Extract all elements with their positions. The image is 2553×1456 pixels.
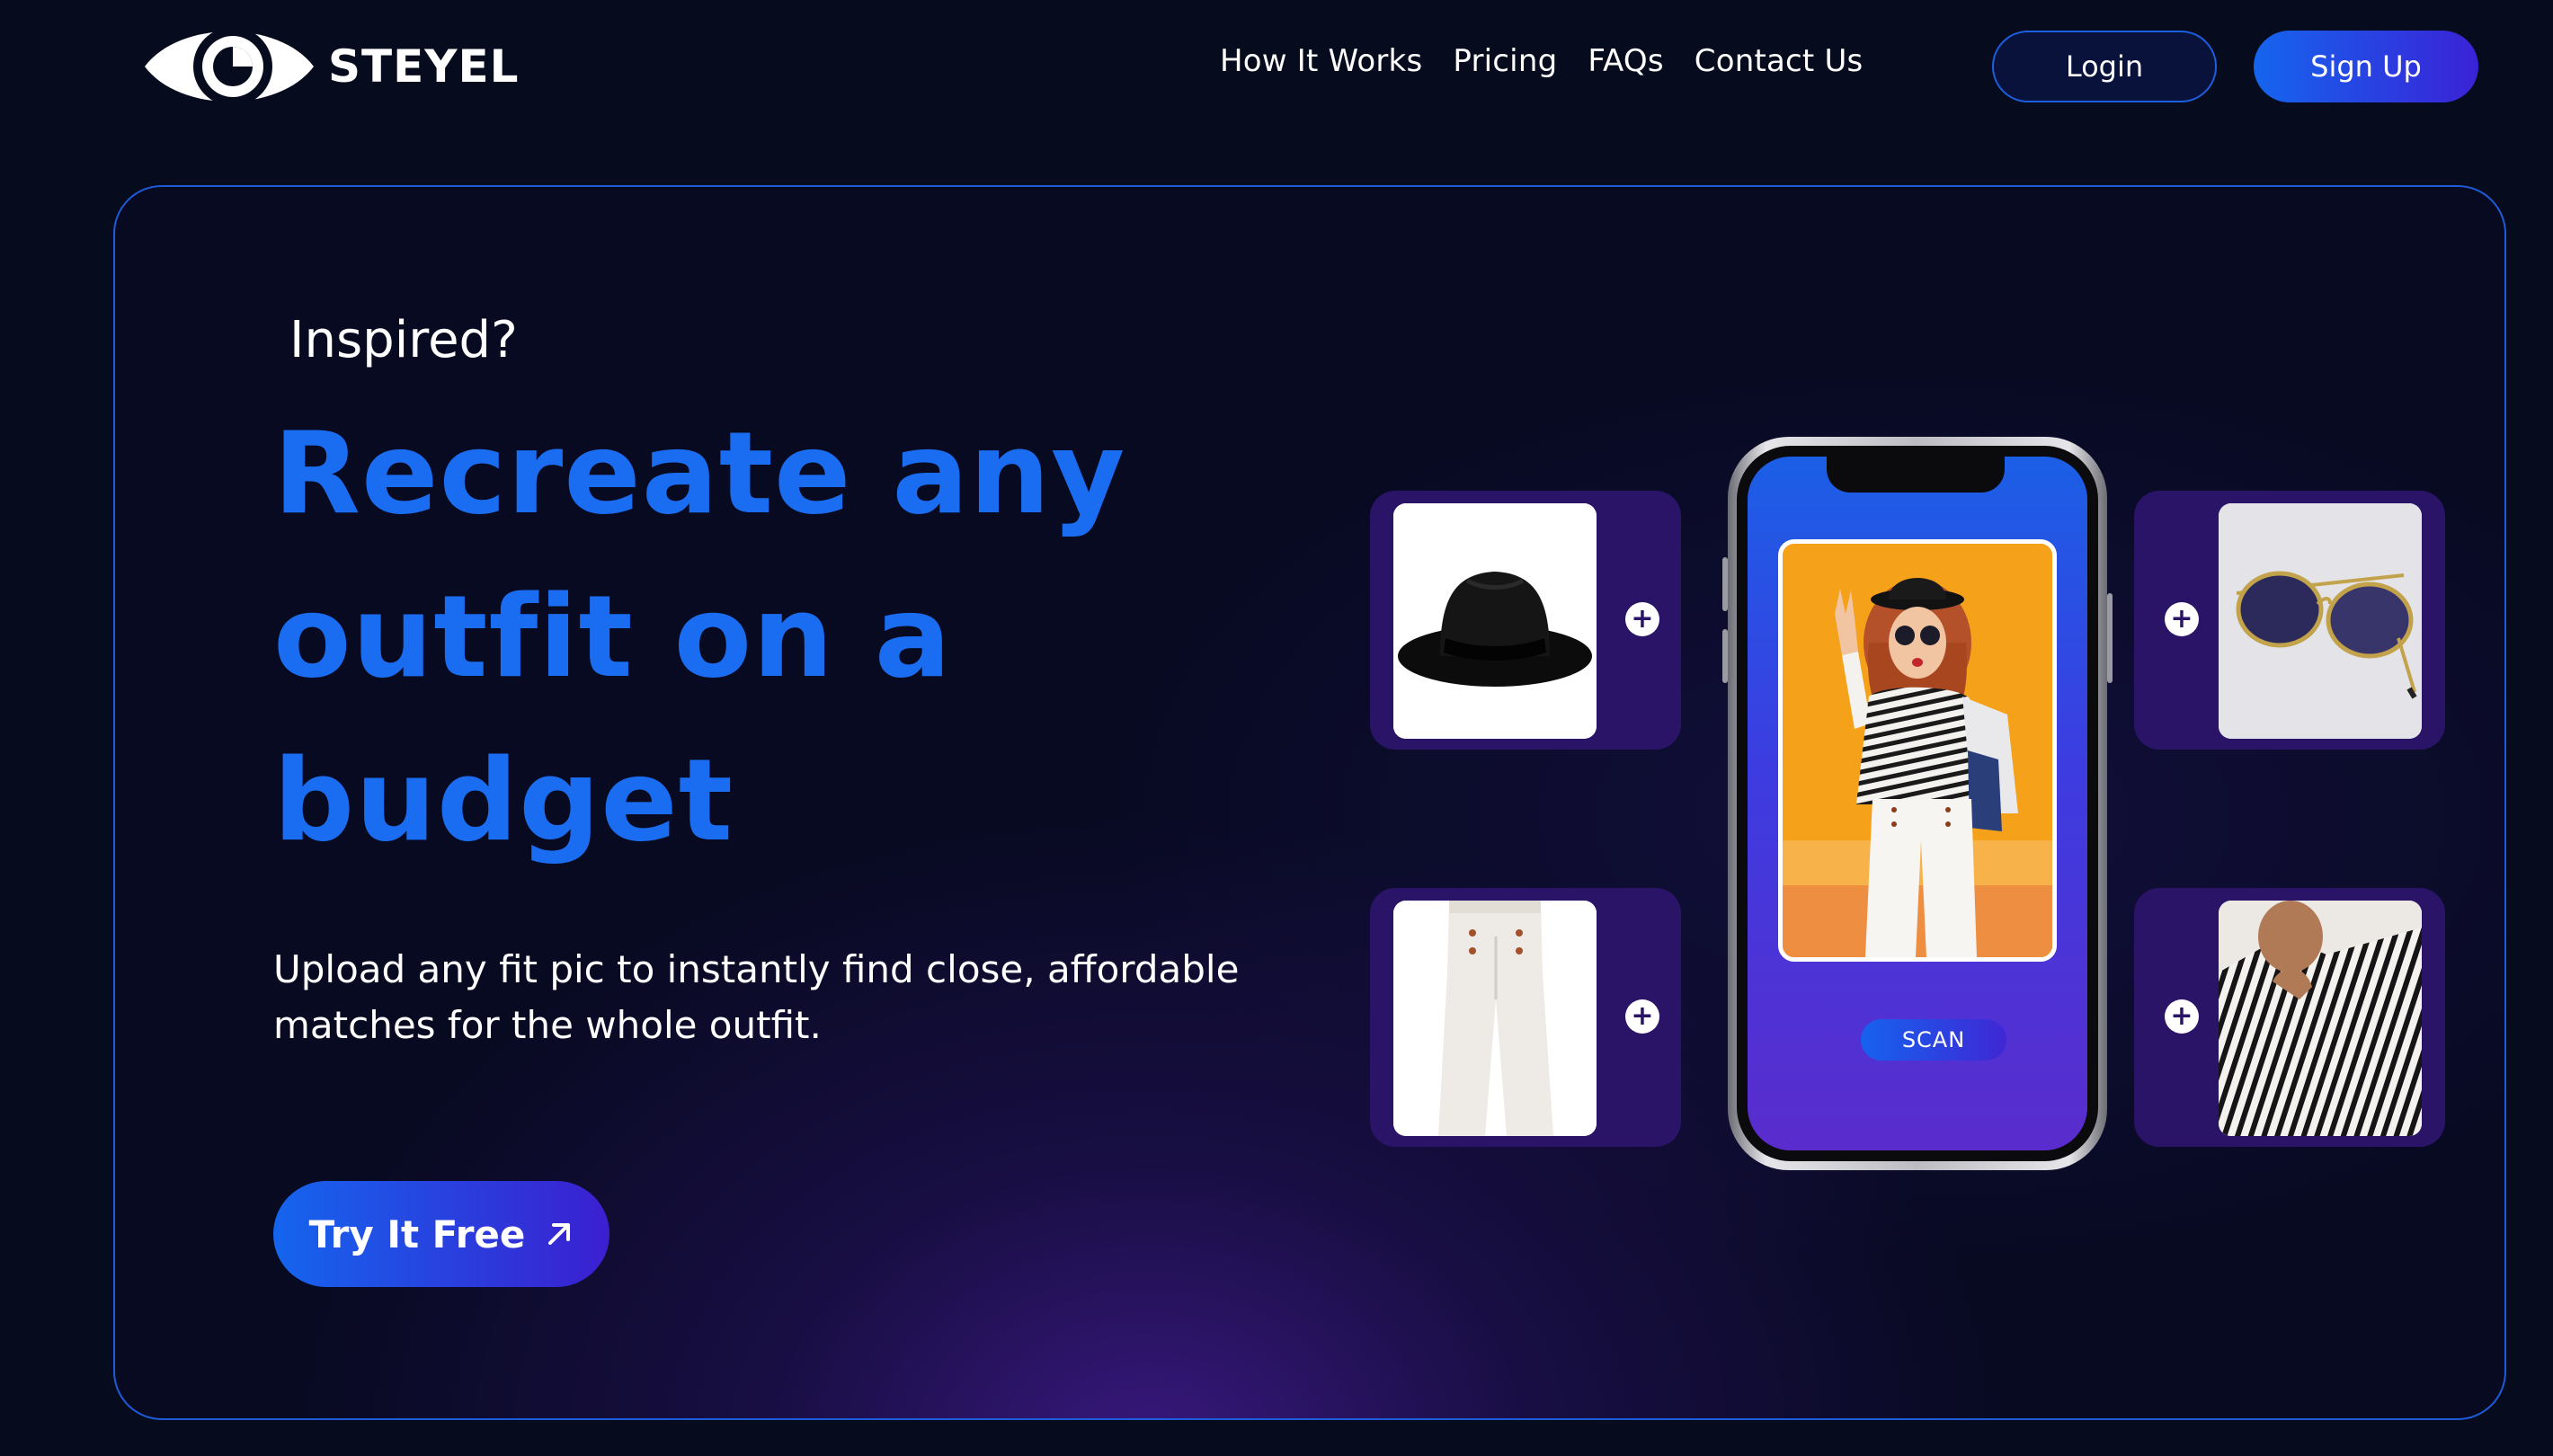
nav-pricing[interactable]: Pricing bbox=[1453, 43, 1557, 79]
hero-card: Inspired? Recreate any outfit on a budge… bbox=[113, 185, 2506, 1420]
brand-name: STEYEL bbox=[328, 40, 520, 93]
phone-volume-up bbox=[1722, 557, 1728, 611]
phone-notch bbox=[1827, 457, 2005, 493]
phone-volume-down bbox=[1722, 629, 1728, 683]
try-it-free-label: Try It Free bbox=[308, 1212, 526, 1256]
hero-headline: Recreate any outfit on a budget bbox=[273, 407, 1126, 866]
product-tile-sunglasses[interactable]: + bbox=[2134, 491, 2445, 750]
striped-shirt-image bbox=[2219, 901, 2422, 1136]
hero-eyebrow: Inspired? bbox=[289, 311, 518, 369]
trousers-image bbox=[1393, 901, 1597, 1136]
add-trousers-plus-icon[interactable]: + bbox=[1625, 999, 1659, 1034]
phone-power-button bbox=[2107, 593, 2113, 683]
scan-button[interactable]: SCAN bbox=[1861, 1019, 2006, 1061]
add-hat-plus-icon[interactable]: + bbox=[1625, 602, 1659, 636]
phone-screen: SCAN bbox=[1748, 457, 2087, 1150]
product-tile-hat[interactable]: + bbox=[1370, 491, 1681, 750]
arrow-up-right-icon bbox=[548, 1223, 571, 1245]
main-nav: How It Works Pricing FAQs Contact Us bbox=[1220, 43, 1863, 79]
nav-contact-us[interactable]: Contact Us bbox=[1695, 43, 1864, 79]
nav-how-it-works[interactable]: How It Works bbox=[1220, 43, 1422, 79]
nav-faqs[interactable]: FAQs bbox=[1588, 43, 1663, 79]
sign-up-button[interactable]: Sign Up bbox=[2254, 31, 2478, 102]
try-it-free-button[interactable]: Try It Free bbox=[273, 1181, 609, 1287]
add-sunglasses-plus-icon[interactable]: + bbox=[2165, 602, 2199, 636]
brand-logo[interactable]: STEYEL bbox=[139, 20, 520, 113]
hero-subtext: Upload any fit pic to instantly find clo… bbox=[273, 947, 1240, 1047]
eye-logo-icon bbox=[145, 27, 314, 106]
add-shirt-plus-icon[interactable]: + bbox=[2165, 999, 2199, 1034]
hat-image bbox=[1393, 503, 1597, 739]
phone-mockup: SCAN bbox=[1728, 437, 2107, 1170]
product-tile-trousers[interactable]: + bbox=[1370, 888, 1681, 1147]
login-button[interactable]: Login bbox=[1992, 31, 2217, 102]
sunglasses-image bbox=[2219, 503, 2422, 739]
product-tile-striped-shirt[interactable]: + bbox=[2134, 888, 2445, 1147]
outfit-photo bbox=[1778, 539, 2057, 962]
